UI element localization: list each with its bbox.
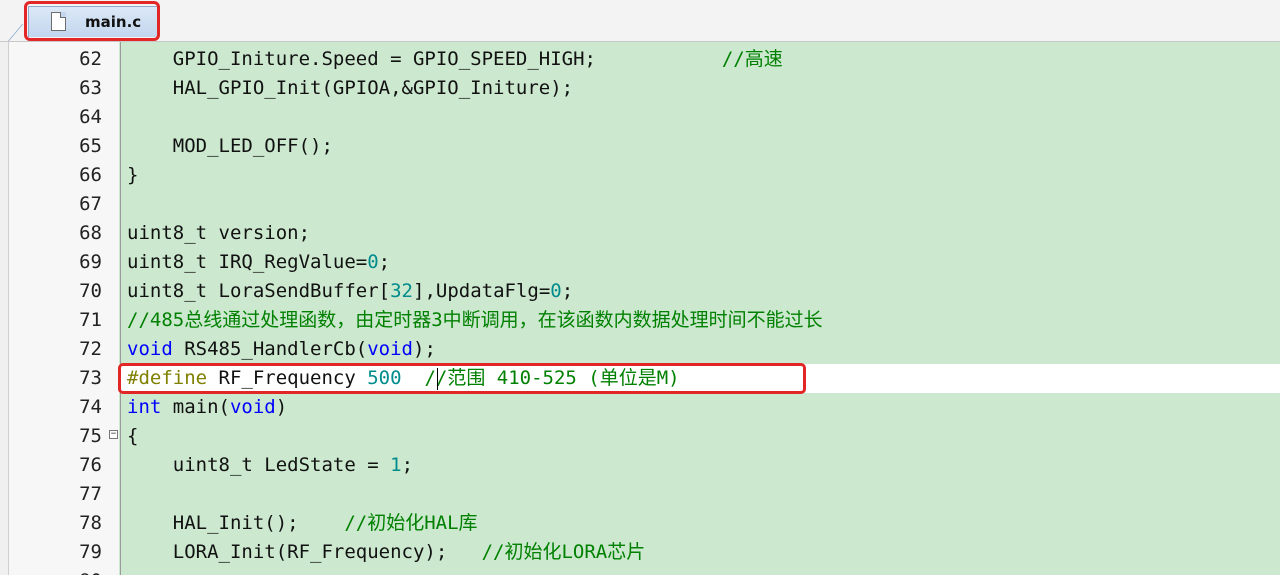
line-number: 78	[79, 512, 102, 534]
code-token: ;	[401, 454, 414, 476]
line-number: 65	[79, 135, 102, 157]
code-line[interactable]: 63 HAL_GPIO_Init(GPIOA,&GPIO_Initure);	[8, 74, 1280, 103]
code-token: )	[275, 396, 288, 418]
code-text: uint8_t LedState = 1;	[127, 451, 413, 480]
code-token: //初始化HAL库	[344, 512, 478, 534]
code-token: ],UpdataFlg=	[413, 280, 551, 302]
line-number: 70	[79, 280, 102, 302]
code-token: uint8_t IRQ_RegValue=	[127, 251, 368, 273]
line-number: 64	[79, 106, 102, 128]
code-token: ;	[378, 251, 391, 273]
code-token: );	[413, 338, 436, 360]
text-caret	[437, 368, 438, 390]
code-line[interactable]: 68 uint8_t version;	[8, 219, 1280, 248]
code-line[interactable]: 69 uint8_t IRQ_RegValue=0;	[8, 248, 1280, 277]
code-token: 0	[550, 280, 562, 302]
code-text: uint8_t LoraSendBuffer[32],UpdataFlg=0;	[127, 277, 573, 306]
code-line[interactable]: 66}	[8, 161, 1280, 190]
line-number: 72	[79, 338, 102, 360]
code-line[interactable]: 78 HAL_Init(); //初始化HAL库	[8, 509, 1280, 538]
code-line[interactable]: 70 uint8_t LoraSendBuffer[32],UpdataFlg=0…	[8, 277, 1280, 306]
line-number: 63	[79, 77, 102, 99]
code-line[interactable]: 64	[8, 103, 1280, 132]
code-token: 0	[367, 251, 379, 273]
line-number: 74	[79, 396, 102, 418]
code-text: MOD_LED_OFF();	[127, 132, 333, 161]
code-line[interactable]: 80	[8, 567, 1280, 575]
code-text: uint8_t version;	[127, 219, 310, 248]
line-number: 77	[79, 483, 102, 505]
code-text: //485总线通过处理函数，由定时器3中断调用，在该函数内数据处理时间不能过长	[127, 306, 823, 335]
line-number: 66	[79, 164, 102, 186]
code-text: }	[127, 161, 138, 190]
code-line[interactable]: 71 //485总线通过处理函数，由定时器3中断调用，在该函数内数据处理时间不能过…	[8, 306, 1280, 335]
line-number: 71	[79, 309, 102, 331]
code-text: HAL_Init(); //初始化HAL库	[127, 509, 478, 538]
code-token: 1	[390, 454, 402, 476]
code-text: uint8_t IRQ_RegValue=0;	[127, 248, 390, 277]
code-token: void	[127, 338, 173, 360]
code-line[interactable]: 67	[8, 190, 1280, 219]
code-line[interactable]: 74 int main(void)	[8, 393, 1280, 422]
code-token: LORA_Init(RF_Frequency);	[127, 541, 482, 563]
tab-bar: main.c	[0, 0, 1280, 42]
define-highlight-box	[118, 363, 806, 394]
code-text: LORA_Init(RF_Frequency); //初始化LORA芯片	[127, 538, 646, 567]
code-text: {	[127, 422, 138, 451]
code-line[interactable]: 65 MOD_LED_OFF();	[8, 132, 1280, 161]
line-number: 75	[79, 425, 102, 447]
code-token: MOD_LED_OFF();	[127, 135, 333, 157]
line-number: 69	[79, 251, 102, 273]
code-token: HAL_GPIO_Init(GPIOA,&GPIO_Initure);	[127, 77, 574, 99]
code-token: //初始化LORA芯片	[481, 541, 646, 563]
code-token: int	[127, 396, 162, 418]
code-text: void RS485_HandlerCb(void);	[127, 335, 436, 364]
code-token: }	[127, 164, 139, 186]
code-line[interactable]: 77	[8, 480, 1280, 509]
code-text: HAL_GPIO_Init(GPIOA,&GPIO_Initure);	[127, 74, 573, 103]
code-token: GPIO_Initure.Speed = GPIO_SPEED_HIGH;	[127, 48, 722, 70]
code-token: void	[367, 338, 413, 360]
line-number: 68	[79, 222, 102, 244]
code-token: //485总线通过处理函数，由定时器3中断调用，在该函数内数据处理时间不能过长	[127, 309, 823, 331]
code-line[interactable]: 76 uint8_t LedState = 1;	[8, 451, 1280, 480]
code-token: RS485_HandlerCb(	[172, 338, 368, 360]
code-text: GPIO_Initure.Speed = GPIO_SPEED_HIGH; //…	[127, 45, 783, 74]
code-token: void	[229, 396, 276, 418]
code-token: uint8_t LoraSendBuffer[	[127, 280, 391, 302]
code-line[interactable]: 72 void RS485_HandlerCb(void);	[8, 335, 1280, 364]
code-line[interactable]: 73 #define RF_Frequency 500 //范围 410-525 …	[8, 363, 1280, 394]
code-token: HAL_Init();	[127, 512, 345, 534]
code-token: ;	[561, 280, 574, 302]
line-number: 79	[79, 541, 102, 563]
line-number: 73	[79, 367, 102, 389]
code-line[interactable]: 75−{	[8, 422, 1280, 451]
line-number: 76	[79, 454, 102, 476]
code-line[interactable]: 62 GPIO_Initure.Speed = GPIO_SPEED_HIGH;…	[8, 45, 1280, 74]
code-token: 32	[390, 280, 413, 302]
line-number: 80	[8, 567, 102, 575]
code-token: uint8_t version;	[127, 222, 311, 244]
code-token: main(	[161, 396, 230, 418]
line-number: 67	[79, 193, 102, 215]
line-number: 62	[79, 48, 102, 70]
tab-highlight-box	[24, 1, 160, 41]
code-text: int main(void)	[127, 393, 287, 422]
code-token: {	[127, 425, 139, 447]
fold-collapse-icon[interactable]: −	[109, 430, 118, 439]
code-token: uint8_t LedState =	[127, 454, 391, 476]
code-editor[interactable]: 62 GPIO_Initure.Speed = GPIO_SPEED_HIGH;…	[8, 42, 1280, 575]
code-line[interactable]: 79 LORA_Init(RF_Frequency); //初始化LORA芯片	[8, 538, 1280, 567]
code-token: //高速	[721, 48, 783, 70]
